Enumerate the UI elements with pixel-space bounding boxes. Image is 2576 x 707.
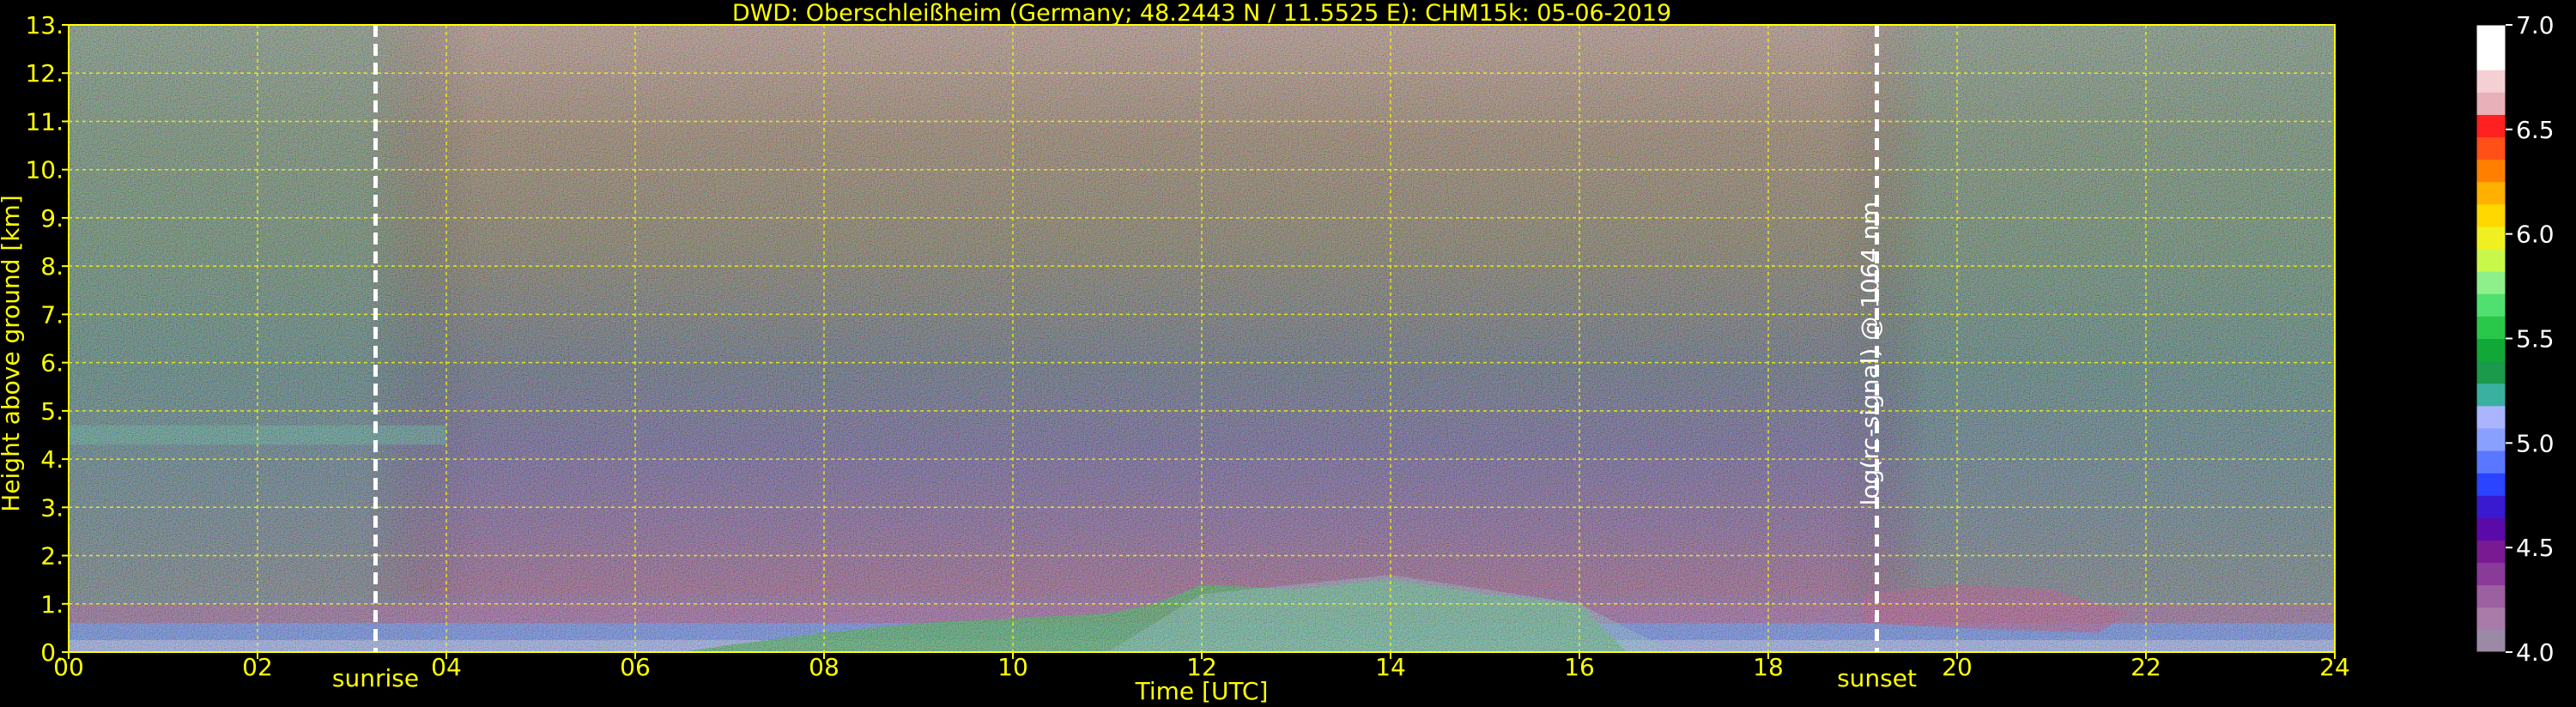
colorbar-segment (2476, 540, 2506, 564)
colorbar-segment (2476, 181, 2506, 205)
colorbar-segment (2476, 114, 2506, 138)
colorbar: 4.0 4.5 5.0 5.5 6.0 6.5 7.0 (2476, 11, 2555, 667)
y-axis-label: Height above ground [km] (0, 195, 25, 512)
signal-noise (69, 25, 2335, 652)
colorbar-segment (2476, 69, 2506, 93)
colorbar-segment (2476, 92, 2506, 115)
y-tick-label: 6. (40, 349, 64, 378)
colorbar-segment (2476, 25, 2506, 48)
colorbar-segment (2476, 473, 2506, 496)
colorbar-tick-label: 5.0 (2516, 429, 2555, 457)
x-tick-label: 24 (2319, 653, 2350, 681)
chart-title: DWD: Oberschleißheim (Germany; 48.2443 N… (732, 0, 1671, 27)
colorbar-segment (2476, 383, 2506, 407)
y-tick-label: 10. (25, 156, 64, 184)
colorbar-segment (2476, 427, 2506, 451)
colorbar-segment (2476, 584, 2506, 608)
x-tick-label: 16 (1564, 653, 1595, 681)
plot-area (68, 24, 2336, 653)
colorbar-label: log(rc-signal) @ 1064 nm (1856, 202, 1884, 506)
colorbar-tick-label: 4.5 (2516, 534, 2555, 562)
colorbar-segment (2476, 405, 2506, 429)
y-tick-label: 8. (40, 252, 64, 281)
colorbar-segment (2476, 136, 2506, 160)
x-tick-label: 10 (997, 653, 1028, 681)
y-tick-label: 2. (40, 542, 64, 571)
colorbar-tick-label: 6.0 (2516, 221, 2555, 249)
x-tick-label: 02 (242, 653, 273, 681)
colorbar-segment (2476, 159, 2506, 183)
colorbar-segment (2476, 271, 2506, 294)
colorbar-segment (2476, 293, 2506, 317)
colorbar-segment (2476, 629, 2506, 653)
y-tick-label: 12. (25, 59, 64, 88)
y-tick-label: 4. (40, 445, 64, 474)
y-tick-label: 5. (40, 397, 64, 426)
colorbar-segment (2476, 249, 2506, 272)
colorbar-tick-label: 6.5 (2516, 116, 2555, 144)
y-tick-label: 7. (40, 300, 64, 329)
colorbar-tick-label: 4.0 (2516, 638, 2555, 667)
colorbar-segment (2476, 338, 2506, 362)
colorbar-segment (2476, 517, 2506, 541)
colorbar-tick-label: 7.0 (2516, 11, 2555, 39)
x-axis-label: Time [UTC] (1135, 677, 1269, 705)
colorbar-segment (2476, 47, 2506, 70)
colorbar-segment (2476, 607, 2506, 631)
colorbar-segment (2476, 450, 2506, 474)
y-tick-label: 3. (40, 493, 64, 522)
x-tick-label: 14 (1375, 653, 1406, 681)
y-tick-label: 11. (25, 107, 64, 136)
x-tick-label: 20 (1942, 653, 1973, 681)
colorbar-segment (2476, 360, 2506, 384)
colorbar-segment (2476, 562, 2506, 586)
ceilometer-chart: sunrise sunset 00 02 04 06 08 10 12 14 16 18 20 22 24… (0, 0, 2555, 705)
x-tick-label: 22 (2131, 653, 2161, 681)
colorbar-segment (2476, 203, 2506, 227)
colorbar-segment (2476, 226, 2506, 250)
x-tick-label: 18 (1753, 653, 1784, 681)
colorbar-segment (2476, 316, 2506, 339)
colorbar-tick-label: 5.5 (2516, 325, 2555, 354)
sunset-label: sunset (1837, 664, 1917, 692)
y-tick-label: 13. (25, 11, 64, 39)
y-tick-label: 9. (40, 204, 64, 233)
colorbar-segment (2476, 495, 2506, 518)
y-axis-ticks: 0. 1. 2. 3. 4. 5. 6. 7. 8. 9. 10. 11. 12. 13. (25, 11, 69, 667)
x-tick-label: 08 (809, 653, 839, 681)
y-tick-label: 1. (40, 590, 64, 619)
x-tick-label: 04 (431, 653, 462, 681)
sunrise-label: sunrise (332, 664, 419, 692)
y-tick-label: 0. (40, 638, 64, 667)
x-tick-label: 06 (620, 653, 651, 681)
